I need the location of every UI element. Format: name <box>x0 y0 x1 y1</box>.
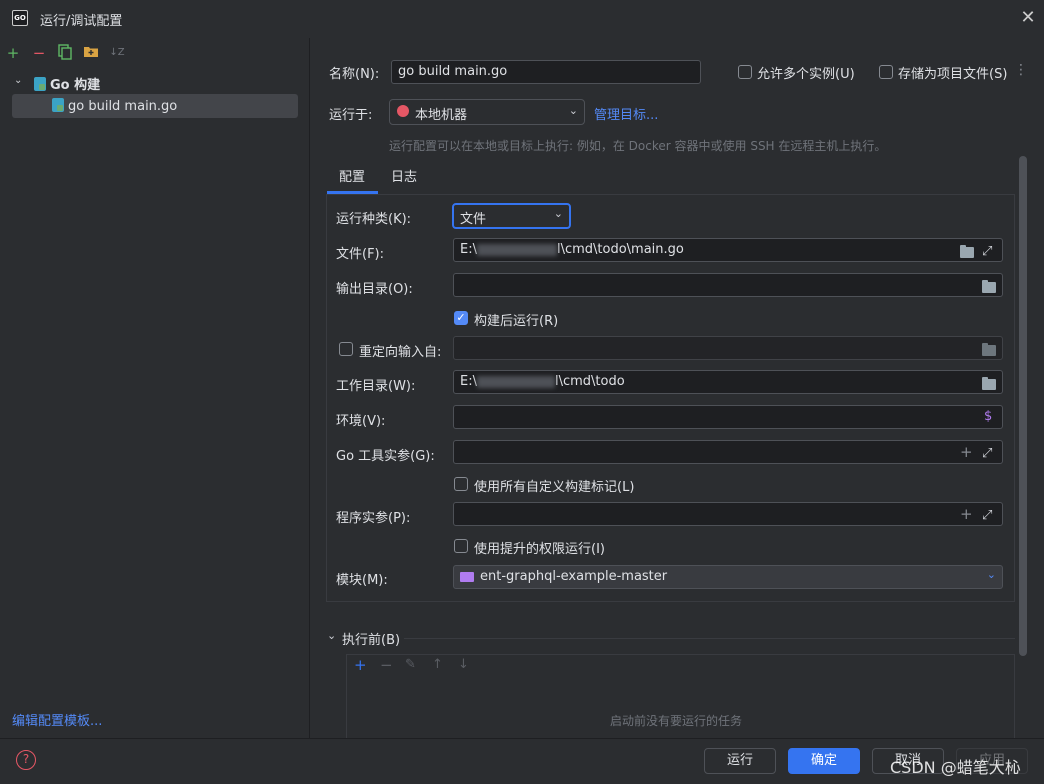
add-icon[interactable]: + <box>4 44 22 62</box>
folder-icon[interactable] <box>982 377 996 390</box>
run-kind-select[interactable]: 文件 ⌄ <box>452 203 571 229</box>
chevron-down-icon: ⌄ <box>568 104 578 117</box>
use-custom-tags-checkbox[interactable] <box>454 477 468 491</box>
go-tool-args-input[interactable]: + ⤢ <box>453 440 1003 464</box>
edit-templates-link[interactable]: 编辑配置模板... <box>12 710 102 729</box>
folder-icon[interactable] <box>960 245 974 258</box>
plus-icon[interactable]: + <box>960 503 973 525</box>
module-select[interactable]: ent-graphql-example-master ⌄ <box>453 565 1003 589</box>
close-icon[interactable]: ✕ <box>1018 8 1038 28</box>
before-launch-empty: 启动前没有要运行的任务 <box>610 714 743 728</box>
expand-icon[interactable]: ⤢ <box>982 505 992 527</box>
expand-icon[interactable]: ⤢ <box>982 241 992 263</box>
plus-icon[interactable]: + <box>960 441 973 463</box>
workdir-label: 工作目录(W): <box>336 379 416 394</box>
run-on-select[interactable]: 本地机器 ⌄ <box>389 99 585 125</box>
folder-icon[interactable] <box>982 343 996 356</box>
edit-icon[interactable]: ✎ <box>405 657 416 672</box>
tree-item-go-build-main[interactable]: go build main.go <box>12 94 298 118</box>
arrow-up-icon[interactable]: ↑ <box>432 657 443 672</box>
module-label: 模块(M): <box>336 573 388 588</box>
tab-log[interactable]: 日志 <box>391 166 417 185</box>
workdir-input[interactable]: E:\ l\cmd\todo <box>453 370 1003 394</box>
help-icon[interactable]: ? <box>16 750 36 770</box>
program-args-input[interactable]: + ⤢ <box>453 502 1003 526</box>
run-on-label: 运行于: <box>329 108 373 123</box>
redacted-path <box>476 375 555 388</box>
elevated-checkbox[interactable] <box>454 539 468 553</box>
run-button[interactable]: 运行 <box>704 748 776 774</box>
arrow-down-icon[interactable]: ↓ <box>458 657 469 672</box>
chevron-down-icon: ⌄ <box>986 568 996 581</box>
folder-icon[interactable] <box>982 280 996 293</box>
chevron-down-icon: ⌄ <box>553 207 563 220</box>
go-build-icon <box>52 98 64 112</box>
store-as-file-checkbox[interactable] <box>879 65 893 79</box>
divider <box>404 638 1015 639</box>
expand-icon[interactable]: ⤢ <box>982 443 992 465</box>
dollar-icon[interactable]: $ <box>984 406 992 428</box>
ok-button[interactable]: 确定 <box>788 748 860 774</box>
watermark: CSDN @蜡笔大杺 <box>890 758 1021 777</box>
file-input[interactable]: E:\ l\cmd\todo\main.go ⤢ <box>453 238 1003 262</box>
env-input[interactable]: $ <box>453 405 1003 429</box>
redirect-input-checkbox[interactable] <box>339 342 353 356</box>
module-value: ent-graphql-example-master <box>480 569 668 584</box>
allow-multiple-checkbox[interactable] <box>738 65 752 79</box>
go-tool-args-label: Go 工具实参(G): <box>336 449 435 464</box>
copy-icon[interactable] <box>56 44 74 62</box>
manage-targets-link[interactable]: 管理目标... <box>594 104 658 123</box>
scrollbar-thumb[interactable] <box>1019 156 1027 656</box>
env-label: 环境(V): <box>336 414 386 429</box>
run-after-build-label: 构建后运行(R) <box>474 314 559 329</box>
add-icon[interactable]: + <box>354 656 367 674</box>
elevated-label: 使用提升的权限运行(I) <box>474 542 605 557</box>
name-label: 名称(N): <box>329 67 380 82</box>
module-icon <box>460 572 474 582</box>
folder-add-icon[interactable] <box>82 44 100 62</box>
allow-multiple-label: 允许多个实例(U) <box>757 67 855 82</box>
chevron-down-icon[interactable]: ⌄ <box>327 629 336 642</box>
use-custom-tags-label: 使用所有自定义构建标记(L) <box>474 480 635 495</box>
run-kind-value: 文件 <box>460 212 487 227</box>
file-label: 文件(F): <box>336 247 385 262</box>
name-input[interactable]: go build main.go <box>391 60 701 84</box>
remove-icon[interactable]: − <box>380 656 393 674</box>
redacted-path <box>476 243 557 256</box>
program-args-label: 程序实参(P): <box>336 511 411 526</box>
app-icon: GO <box>12 10 28 26</box>
left-pane <box>0 38 310 738</box>
before-launch-label: 执行前(B) <box>342 633 401 648</box>
redirect-input-label: 重定向输入自: <box>359 345 442 360</box>
run-on-hint: 运行配置可以在本地或目标上执行: 例如，在 Docker 容器中或使用 SSH … <box>389 139 887 153</box>
output-dir-input[interactable] <box>453 273 1003 297</box>
run-on-value: 本地机器 <box>415 108 468 123</box>
go-build-icon <box>34 77 46 91</box>
tree-item-label: go build main.go <box>68 99 178 114</box>
output-dir-label: 输出目录(O): <box>336 282 413 297</box>
tree-group-label: Go 构建 <box>50 78 101 93</box>
run-after-build-checkbox[interactable]: ✓ <box>454 311 468 325</box>
tab-config[interactable]: 配置 <box>339 166 365 185</box>
chevron-down-icon: ⌄ <box>14 75 23 86</box>
window-title: 运行/调试配置 <box>40 14 123 29</box>
store-as-file-label: 存储为项目文件(S) <box>898 67 1008 82</box>
home-icon <box>397 105 409 117</box>
run-kind-label: 运行种类(K): <box>336 212 412 227</box>
sort-icon[interactable]: ↓Z <box>108 44 126 62</box>
redirect-input-field[interactable] <box>453 336 1003 360</box>
remove-icon[interactable]: − <box>30 44 48 62</box>
title-bar: GO 运行/调试配置 ✕ <box>0 0 1044 38</box>
more-vertical-icon[interactable]: ⋮ <box>1014 62 1028 78</box>
tree-group-go-build[interactable]: ⌄ Go 构建 <box>12 72 298 93</box>
